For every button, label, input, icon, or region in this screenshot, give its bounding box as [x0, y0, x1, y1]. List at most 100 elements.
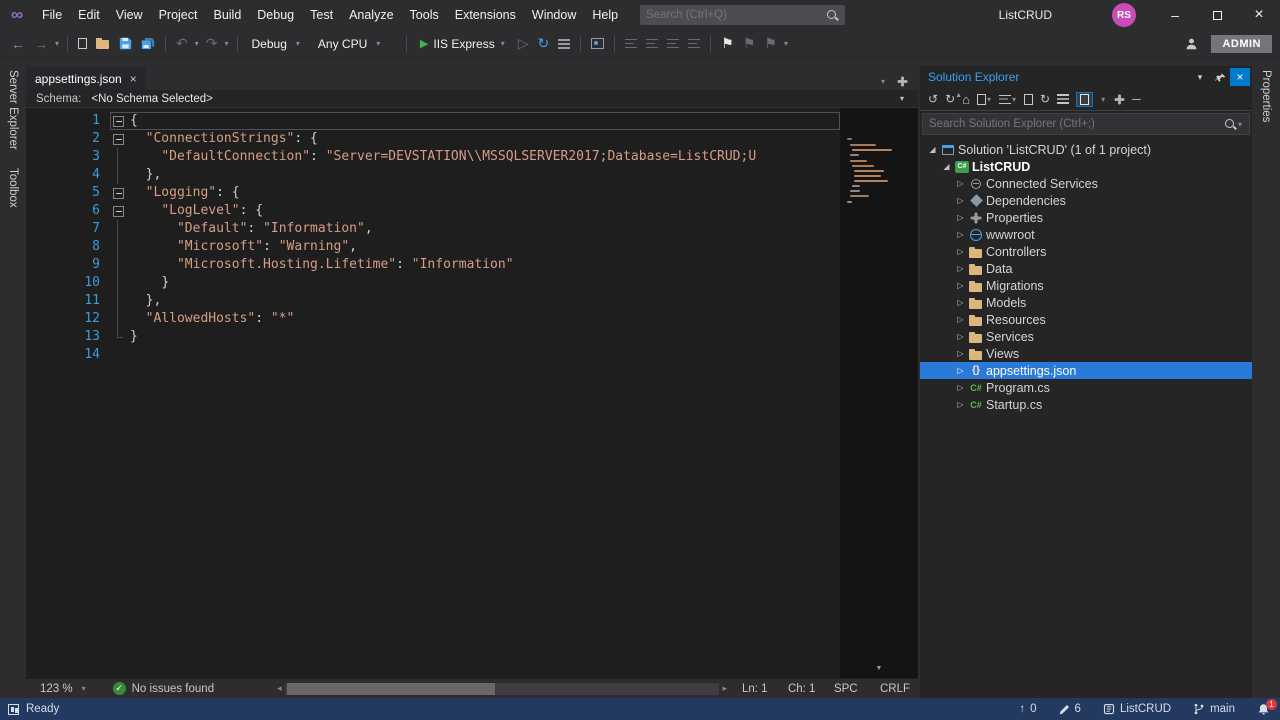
live-share-button[interactable]	[588, 37, 607, 50]
minimize-button[interactable]: –	[1154, 0, 1196, 30]
schema-dropdown-icon[interactable]: ▾	[900, 94, 908, 103]
quick-search-input[interactable]	[646, 9, 826, 21]
pending-changes-filter-icon[interactable]: ▾	[999, 95, 1017, 104]
save-all-button[interactable]	[138, 36, 158, 51]
menu-edit[interactable]: Edit	[70, 0, 108, 30]
next-bookmark-button[interactable]: ⚑	[761, 34, 780, 53]
zoom-dropdown-icon[interactable]: ▾	[81, 684, 87, 693]
menu-build[interactable]: Build	[205, 0, 249, 30]
menu-analyze[interactable]: Analyze	[341, 0, 401, 30]
health-indicator[interactable]: ✓ No issues found	[113, 682, 214, 695]
nest-files-icon[interactable]	[1057, 94, 1069, 104]
expanded-arrow-icon[interactable]: ◢	[940, 162, 953, 171]
collapsed-arrow-icon[interactable]: ▷	[954, 213, 967, 222]
se-toolbar-dropdown-icon[interactable]: ▾	[1100, 95, 1106, 104]
tree-item-listcrud[interactable]: ◢ListCRUD	[920, 158, 1252, 175]
code-line-9[interactable]: 9 "Microsoft.Hosting.Lifetime": "Informa…	[26, 256, 840, 274]
menu-test[interactable]: Test	[302, 0, 341, 30]
pin-icon[interactable]	[1210, 68, 1230, 86]
eol-indicator[interactable]: CRLF	[880, 683, 910, 695]
code-line-4[interactable]: 4 },	[26, 166, 840, 184]
code-line-2[interactable]: 2 "ConnectionStrings": {	[26, 130, 840, 148]
tree-item-connected-services[interactable]: ▷Connected Services	[920, 175, 1252, 192]
tree-item-properties[interactable]: ▷Properties	[920, 209, 1252, 226]
horizontal-scrollbar[interactable]: ◂ ▸	[274, 683, 730, 695]
collapsed-arrow-icon[interactable]: ▷	[954, 383, 967, 392]
solution-platform-dropdown[interactable]: Any CPU▾	[311, 35, 399, 53]
sidebar-tab-properties[interactable]: Properties	[1260, 70, 1272, 122]
navigate-back-button[interactable]: ←	[8, 35, 28, 53]
se-refresh-icon[interactable]: ↻	[1040, 92, 1050, 106]
tree-item-appsettings.json[interactable]: ▷appsettings.json	[920, 362, 1252, 379]
scroll-left-icon[interactable]: ◂	[274, 683, 285, 694]
comment-lines-button[interactable]	[622, 38, 640, 49]
navigate-forward-button[interactable]: →	[31, 35, 51, 53]
minimap-scrollbar[interactable]: ▼	[840, 108, 918, 678]
expanded-arrow-icon[interactable]: ◢	[926, 145, 939, 154]
menu-help[interactable]: Help	[584, 0, 626, 30]
menu-view[interactable]: View	[108, 0, 151, 30]
maximize-button[interactable]	[1196, 0, 1238, 30]
scrollbar-thumb[interactable]	[287, 683, 496, 695]
collapsed-arrow-icon[interactable]: ▷	[954, 264, 967, 273]
collapsed-arrow-icon[interactable]: ▷	[954, 349, 967, 358]
menu-window[interactable]: Window	[524, 0, 584, 30]
sidebar-tab-toolbox[interactable]: Toolbox	[7, 168, 19, 208]
refresh-button[interactable]: ↻	[535, 34, 553, 53]
menu-project[interactable]: Project	[151, 0, 206, 30]
scroll-right-icon[interactable]: ▸	[719, 683, 730, 694]
fold-collapse-icon[interactable]	[110, 112, 126, 130]
open-file-button[interactable]	[93, 37, 113, 51]
collapsed-arrow-icon[interactable]: ▷	[954, 298, 967, 307]
code-line-8[interactable]: 8 "Microsoft": "Warning",	[26, 238, 840, 256]
collapsed-arrow-icon[interactable]: ▷	[954, 281, 967, 290]
start-debugging-button[interactable]: ▶ IIS Express ▾	[414, 35, 512, 53]
collapsed-arrow-icon[interactable]: ▷	[954, 179, 967, 188]
panel-options-dropdown-icon[interactable]: ▾	[1190, 68, 1210, 86]
git-changes-indicator[interactable]: 6	[1059, 703, 1081, 715]
save-button[interactable]	[116, 36, 135, 51]
tree-item-views[interactable]: ▷Views	[920, 345, 1252, 362]
split-editor-handle-icon[interactable]: ▲	[955, 92, 962, 99]
tree-item-wwwroot[interactable]: ▷wwwroot	[920, 226, 1252, 243]
menu-tools[interactable]: Tools	[402, 0, 447, 30]
properties-wrench-icon[interactable]	[1113, 93, 1125, 105]
menu-file[interactable]: File	[34, 0, 70, 30]
decrease-indent-button[interactable]	[664, 38, 682, 49]
fold-collapse-icon[interactable]	[110, 184, 126, 202]
toggle-bookmark-button[interactable]: ⚑	[718, 34, 737, 53]
tree-item-dependencies[interactable]: ▷Dependencies	[920, 192, 1252, 209]
git-branch-indicator[interactable]: main	[1193, 703, 1235, 715]
switch-views-icon[interactable]: ▾	[977, 94, 992, 105]
solution-explorer-header[interactable]: Solution Explorer ▾ ×	[920, 66, 1252, 88]
redo-dropdown-icon[interactable]: ▾	[224, 39, 230, 48]
zoom-control[interactable]: 123 % ▾	[34, 683, 93, 695]
tree-item-controllers[interactable]: ▷Controllers	[920, 243, 1252, 260]
fold-collapse-icon[interactable]	[110, 130, 126, 148]
collapsed-arrow-icon[interactable]: ▷	[954, 366, 967, 375]
minimap-bottom-handle-icon[interactable]: ▼	[876, 665, 883, 672]
collapsed-arrow-icon[interactable]: ▷	[954, 247, 967, 256]
code-editor[interactable]: 1{2 "ConnectionStrings": {3 "DefaultConn…	[26, 108, 840, 678]
fold-collapse-icon[interactable]	[110, 202, 126, 220]
build-stack-button[interactable]	[555, 38, 573, 50]
feedback-button[interactable]	[1182, 36, 1201, 51]
tab-close-icon[interactable]: ×	[130, 72, 137, 86]
previous-bookmark-button[interactable]: ⚑	[740, 34, 759, 53]
collapse-all-icon[interactable]: ─	[1132, 92, 1141, 106]
quick-search-box[interactable]	[640, 5, 845, 25]
code-line-11[interactable]: 11 },	[26, 292, 840, 310]
collapsed-arrow-icon[interactable]: ▷	[954, 196, 967, 205]
user-avatar[interactable]: RS	[1112, 3, 1136, 27]
sync-with-active-document-icon[interactable]	[1076, 92, 1093, 107]
se-forward-icon[interactable]: ↻	[945, 92, 955, 106]
collapsed-arrow-icon[interactable]: ▷	[954, 332, 967, 341]
notifications-button[interactable]: 1	[1257, 703, 1270, 716]
menu-extensions[interactable]: Extensions	[447, 0, 524, 30]
code-line-1[interactable]: 1{	[26, 112, 840, 130]
schema-selector[interactable]: <No Schema Selected>	[91, 93, 900, 105]
tree-item-solution-listcrud-1-of-1-project-[interactable]: ◢Solution 'ListCRUD' (1 of 1 project)	[920, 141, 1252, 158]
panel-close-icon[interactable]: ×	[1230, 68, 1250, 86]
code-line-7[interactable]: 7 "Default": "Information",	[26, 220, 840, 238]
tree-item-services[interactable]: ▷Services	[920, 328, 1252, 345]
